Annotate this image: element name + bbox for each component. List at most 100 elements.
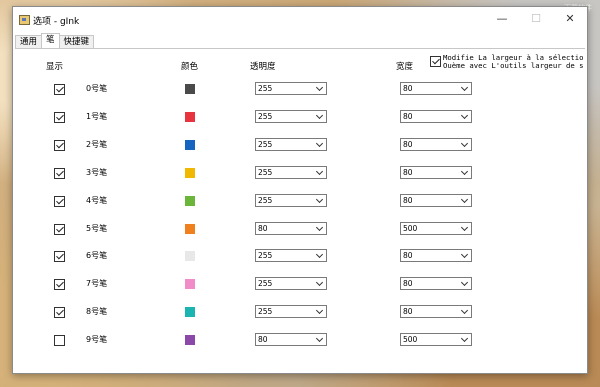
opacity-value: 255: [258, 196, 273, 205]
pen-width-dropdown[interactable]: 80: [400, 166, 472, 179]
width-value: 80: [403, 112, 413, 121]
pen-enabled-checkbox[interactable]: [54, 335, 65, 346]
pen-opacity-dropdown[interactable]: 255: [255, 166, 327, 179]
tab-general[interactable]: 通用: [15, 35, 43, 48]
pen-label: 6号笔: [86, 251, 108, 260]
pens-panel: 显示 颜色 透明度 宽度 Modifie La largeur à la sél…: [15, 48, 585, 371]
minimize-button[interactable]: —: [485, 7, 519, 31]
pen-width-dropdown[interactable]: 80: [400, 194, 472, 207]
width-selection-checkbox[interactable]: [430, 56, 441, 67]
chevron-down-icon: [315, 139, 324, 148]
close-button[interactable]: ✕: [553, 7, 587, 31]
chevron-down-icon: [460, 83, 469, 92]
pen-opacity-dropdown[interactable]: 255: [255, 138, 327, 151]
header-width: 宽度: [396, 62, 414, 72]
title-bar: 选项 - gInk — ☐ ✕: [13, 7, 587, 33]
pen-enabled-checkbox[interactable]: [54, 279, 65, 290]
opacity-value: 255: [258, 168, 273, 177]
pen-opacity-dropdown[interactable]: 80: [255, 222, 327, 235]
opacity-value: 80: [258, 224, 268, 233]
pen-enabled-checkbox[interactable]: [54, 196, 65, 207]
pen-label: 4号笔: [86, 196, 108, 205]
pen-color-swatch[interactable]: [185, 335, 195, 345]
pen-label: 1号笔: [86, 112, 108, 121]
chevron-down-icon: [315, 83, 324, 92]
pen-width-dropdown[interactable]: 80: [400, 110, 472, 123]
pen-width-dropdown[interactable]: 80: [400, 138, 472, 151]
pen-enabled-checkbox[interactable]: [54, 140, 65, 151]
tab-pens[interactable]: 笔: [41, 33, 60, 48]
pen-label: 0号笔: [86, 84, 108, 93]
pen-color-swatch[interactable]: [185, 279, 195, 289]
pen-row-3: 3号笔 255 80: [15, 166, 585, 180]
width-selection-option-label: Modifie La largeur à la sélectio Ouème a…: [443, 54, 587, 70]
pen-width-dropdown[interactable]: 80: [400, 305, 472, 318]
pen-label: 5号笔: [86, 224, 108, 233]
chevron-down-icon: [315, 334, 324, 343]
pen-row-8: 8号笔 255 80: [15, 305, 585, 319]
pen-opacity-dropdown[interactable]: 255: [255, 110, 327, 123]
tab-hotkeys[interactable]: 快捷键: [58, 35, 95, 48]
pen-enabled-checkbox[interactable]: [54, 307, 65, 318]
chevron-down-icon: [460, 250, 469, 259]
chevron-down-icon: [315, 306, 324, 315]
pen-opacity-dropdown[interactable]: 255: [255, 249, 327, 262]
pen-row-6: 6号笔 255 80: [15, 249, 585, 263]
chevron-down-icon: [315, 250, 324, 259]
pen-row-2: 2号笔 255 80: [15, 138, 585, 152]
opacity-value: 255: [258, 307, 273, 316]
pen-color-swatch[interactable]: [185, 251, 195, 261]
pen-color-swatch[interactable]: [185, 84, 195, 94]
chevron-down-icon: [460, 223, 469, 232]
pen-color-swatch[interactable]: [185, 307, 195, 317]
width-value: 80: [403, 196, 413, 205]
pen-row-1: 1号笔 255 80: [15, 110, 585, 124]
pen-width-dropdown[interactable]: 80: [400, 82, 472, 95]
pen-color-swatch[interactable]: [185, 196, 195, 206]
window-title: 选项 - gInk: [33, 17, 80, 27]
opacity-value: 80: [258, 335, 268, 344]
width-value: 80: [403, 84, 413, 93]
header-opacity: 透明度: [250, 62, 276, 72]
pen-opacity-dropdown[interactable]: 255: [255, 277, 327, 290]
width-value: 500: [403, 335, 418, 344]
pen-color-swatch[interactable]: [185, 224, 195, 234]
opacity-value: 255: [258, 251, 273, 260]
pen-label: 3号笔: [86, 168, 108, 177]
pen-opacity-dropdown[interactable]: 255: [255, 82, 327, 95]
pen-color-swatch[interactable]: [185, 112, 195, 122]
pen-width-dropdown[interactable]: 80: [400, 249, 472, 262]
pen-row-0: 0号笔 255 80: [15, 82, 585, 96]
tab-bar: 通用 笔 快捷键: [15, 33, 95, 48]
pen-width-dropdown[interactable]: 500: [400, 222, 472, 235]
header-color: 颜色: [181, 62, 199, 72]
pen-enabled-checkbox[interactable]: [54, 251, 65, 262]
pen-opacity-dropdown[interactable]: 255: [255, 305, 327, 318]
chevron-down-icon: [460, 195, 469, 204]
chevron-down-icon: [460, 111, 469, 120]
opacity-value: 255: [258, 279, 273, 288]
pen-enabled-checkbox[interactable]: [54, 112, 65, 123]
pen-color-swatch[interactable]: [185, 168, 195, 178]
pen-enabled-checkbox[interactable]: [54, 224, 65, 235]
pen-label: 9号笔: [86, 335, 108, 344]
pen-opacity-dropdown[interactable]: 255: [255, 194, 327, 207]
opacity-value: 255: [258, 112, 273, 121]
pen-width-dropdown[interactable]: 500: [400, 333, 472, 346]
pen-color-swatch[interactable]: [185, 140, 195, 150]
chevron-down-icon: [460, 139, 469, 148]
maximize-button[interactable]: ☐: [519, 7, 553, 31]
width-value: 500: [403, 224, 418, 233]
pen-row-9: 9号笔 80 500: [15, 333, 585, 347]
pen-opacity-dropdown[interactable]: 80: [255, 333, 327, 346]
opacity-value: 255: [258, 140, 273, 149]
pen-label: 8号笔: [86, 307, 108, 316]
option-line-2: Ouème avec L'outils largeur de s: [443, 61, 584, 70]
options-window: 选项 - gInk — ☐ ✕ 通用 笔 快捷键 显示 颜色 透明度 宽度 Mo…: [12, 6, 588, 374]
pen-enabled-checkbox[interactable]: [54, 84, 65, 95]
pen-enabled-checkbox[interactable]: [54, 168, 65, 179]
pen-row-7: 7号笔 255 80: [15, 277, 585, 291]
pen-width-dropdown[interactable]: 80: [400, 277, 472, 290]
chevron-down-icon: [460, 278, 469, 287]
chevron-down-icon: [460, 334, 469, 343]
